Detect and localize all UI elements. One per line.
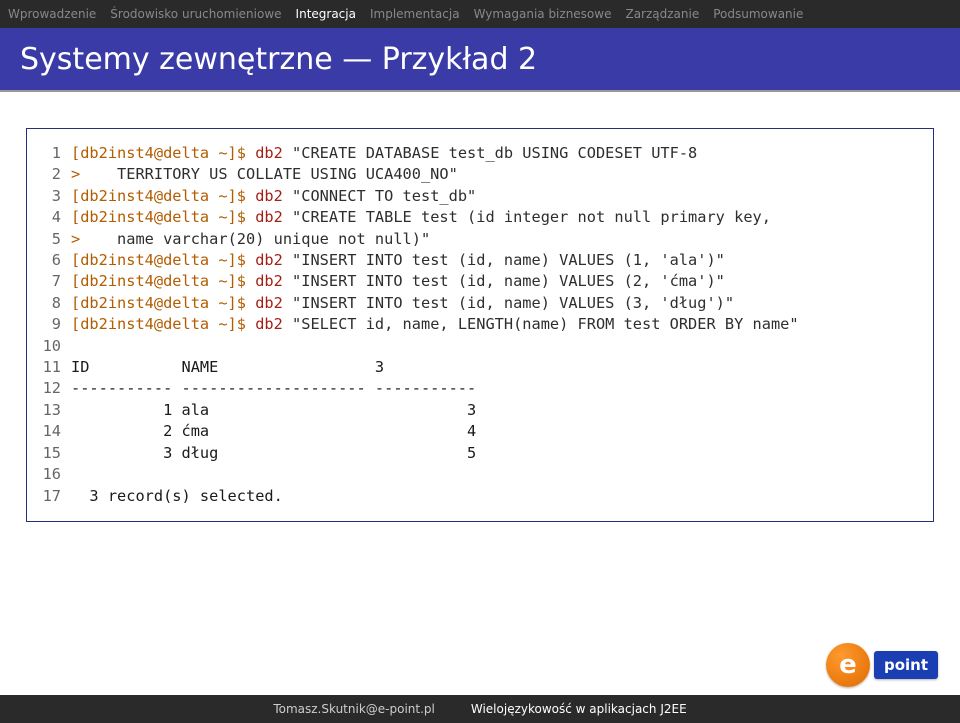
code-line: 17 3 record(s) selected. [37, 486, 923, 507]
nav-item-1[interactable]: Środowisko uruchomieniowe [110, 7, 281, 21]
code-line: 16 [37, 464, 923, 485]
line-number: 17 [37, 486, 71, 507]
code-line: 7[db2inst4@delta ~]$ db2 "INSERT INTO te… [37, 271, 923, 292]
line-number: 10 [37, 336, 71, 357]
code-text: ----------- -------------------- -------… [71, 378, 923, 399]
line-number: 7 [37, 271, 71, 292]
line-number: 15 [37, 443, 71, 464]
line-number: 16 [37, 464, 71, 485]
slide-title: Systemy zewnętrzne — Przykład 2 [20, 42, 537, 77]
footer-email: Tomasz.Skutnik@e-point.pl [273, 702, 435, 716]
nav-item-3[interactable]: Implementacja [370, 7, 460, 21]
code-line: 13 1 ala 3 [37, 400, 923, 421]
code-text: 3 record(s) selected. [71, 486, 923, 507]
code-text: [db2inst4@delta ~]$ db2 "CREATE TABLE te… [71, 207, 923, 228]
code-text [71, 464, 923, 485]
code-text [71, 336, 923, 357]
code-line: 15 3 dług 5 [37, 443, 923, 464]
code-text: [db2inst4@delta ~]$ db2 "INSERT INTO tes… [71, 293, 923, 314]
line-number: 9 [37, 314, 71, 335]
code-listing: 1[db2inst4@delta ~]$ db2 "CREATE DATABAS… [26, 128, 934, 522]
code-text: 2 ćma 4 [71, 421, 923, 442]
footer-bar: Tomasz.Skutnik@e-point.pl Wielojęzykowoś… [0, 695, 960, 723]
code-line: 14 2 ćma 4 [37, 421, 923, 442]
line-number: 3 [37, 186, 71, 207]
title-band: Systemy zewnętrzne — Przykład 2 [0, 28, 960, 92]
line-number: 13 [37, 400, 71, 421]
code-line: 1[db2inst4@delta ~]$ db2 "CREATE DATABAS… [37, 143, 923, 164]
code-text: [db2inst4@delta ~]$ db2 "INSERT INTO tes… [71, 250, 923, 271]
code-line: 9[db2inst4@delta ~]$ db2 "SELECT id, nam… [37, 314, 923, 335]
logo-point-badge: point [874, 651, 938, 679]
top-nav: Wprowadzenie Środowisko uruchomieniowe Int… [0, 0, 960, 28]
brand-logo: e point [826, 643, 938, 687]
code-text: > name varchar(20) unique not null)" [71, 229, 923, 250]
code-line: 8[db2inst4@delta ~]$ db2 "INSERT INTO te… [37, 293, 923, 314]
nav-item-6[interactable]: Podsumowanie [713, 7, 803, 21]
code-text: [db2inst4@delta ~]$ db2 "SELECT id, name… [71, 314, 923, 335]
code-text: 1 ala 3 [71, 400, 923, 421]
line-number: 8 [37, 293, 71, 314]
nav-item-5[interactable]: Zarządzanie [625, 7, 699, 21]
code-text: [db2inst4@delta ~]$ db2 "CONNECT TO test… [71, 186, 923, 207]
nav-item-4[interactable]: Wymagania biznesowe [474, 7, 612, 21]
code-line: 3[db2inst4@delta ~]$ db2 "CONNECT TO tes… [37, 186, 923, 207]
code-line: 6[db2inst4@delta ~]$ db2 "INSERT INTO te… [37, 250, 923, 271]
nav-item-2[interactable]: Integracja [296, 7, 356, 21]
line-number: 1 [37, 143, 71, 164]
code-text: [db2inst4@delta ~]$ db2 "INSERT INTO tes… [71, 271, 923, 292]
logo-e-badge: e [826, 643, 870, 687]
line-number: 12 [37, 378, 71, 399]
code-line: 4[db2inst4@delta ~]$ db2 "CREATE TABLE t… [37, 207, 923, 228]
code-line: 10 [37, 336, 923, 357]
code-line: 5> name varchar(20) unique not null)" [37, 229, 923, 250]
code-text: [db2inst4@delta ~]$ db2 "CREATE DATABASE… [71, 143, 923, 164]
content-area: 1[db2inst4@delta ~]$ db2 "CREATE DATABAS… [0, 92, 960, 522]
footer-title: Wielojęzykowość w aplikacjach J2EE [471, 702, 687, 716]
line-number: 6 [37, 250, 71, 271]
line-number: 11 [37, 357, 71, 378]
code-text: 3 dług 5 [71, 443, 923, 464]
code-line: 2> TERRITORY US COLLATE USING UCA400_NO" [37, 164, 923, 185]
code-text: ID NAME 3 [71, 357, 923, 378]
line-number: 14 [37, 421, 71, 442]
code-line: 11ID NAME 3 [37, 357, 923, 378]
line-number: 2 [37, 164, 71, 185]
nav-item-0[interactable]: Wprowadzenie [8, 7, 96, 21]
code-line: 12----------- -------------------- -----… [37, 378, 923, 399]
line-number: 5 [37, 229, 71, 250]
line-number: 4 [37, 207, 71, 228]
code-text: > TERRITORY US COLLATE USING UCA400_NO" [71, 164, 923, 185]
